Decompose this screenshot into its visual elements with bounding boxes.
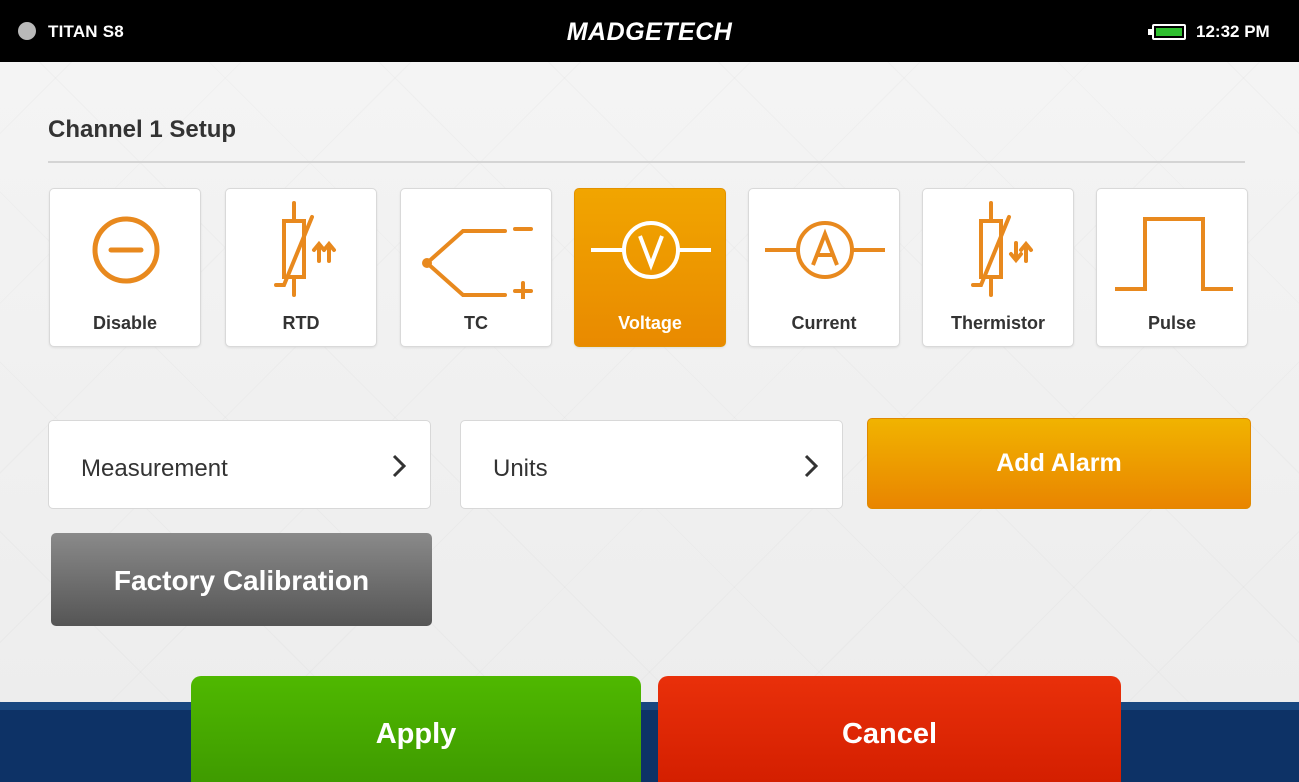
status-bar: TITAN S8 MADGETECH 12:32 PM [0, 0, 1299, 62]
disable-icon [92, 216, 160, 284]
measurement-selector[interactable]: Measurement [48, 420, 431, 509]
sensor-tile-label: Disable [92, 313, 158, 333]
sensor-tile-label: Voltage [618, 313, 682, 333]
sensor-tile-tc[interactable]: TC [400, 188, 552, 347]
chevron-right-icon [392, 454, 407, 478]
battery-full-icon [1148, 24, 1186, 40]
units-selector[interactable]: Units [460, 420, 843, 509]
measurement-label: Measurement [81, 455, 228, 482]
sensor-tile-label: Thermistor [950, 313, 1046, 333]
add-alarm-label: Add Alarm [996, 449, 1122, 477]
sensor-tile-pulse[interactable]: Pulse [1096, 188, 1248, 347]
apply-label: Apply [375, 718, 457, 750]
units-label: Units [493, 455, 548, 482]
thermocouple-icon [422, 227, 533, 299]
factory-calibration-label: Factory Calibration [113, 565, 370, 596]
cancel-button[interactable]: Cancel [658, 676, 1121, 782]
sensor-tile-rtd[interactable]: RTD [225, 188, 377, 347]
rtd-icon [274, 201, 336, 297]
thermistor-icon [971, 201, 1033, 297]
sensor-tile-label: Pulse [1147, 313, 1197, 333]
apply-button[interactable]: Apply [191, 676, 641, 782]
sensor-tile-disable[interactable]: Disable [49, 188, 201, 347]
clock: 12:32 PM [1196, 22, 1270, 41]
voltmeter-icon [591, 221, 711, 279]
sensor-tile-current[interactable]: Current [748, 188, 900, 347]
sensor-tile-label: Current [791, 313, 857, 333]
page-title: Channel 1 Setup [48, 116, 237, 143]
sensor-tile-label: TC [464, 313, 488, 333]
pulse-icon [1115, 217, 1233, 291]
sensor-tile-thermistor[interactable]: Thermistor [922, 188, 1074, 347]
divider [48, 161, 1245, 163]
factory-calibration-button[interactable]: Factory Calibration [51, 533, 432, 626]
sensor-tile-voltage[interactable]: Voltage [574, 188, 726, 347]
add-alarm-button[interactable]: Add Alarm [867, 418, 1251, 509]
ammeter-icon [765, 221, 885, 279]
chevron-right-icon [804, 454, 819, 478]
cancel-label: Cancel [841, 718, 938, 750]
brand-logo: MADGETECH [566, 18, 733, 46]
sensor-tile-label: RTD [282, 313, 320, 333]
